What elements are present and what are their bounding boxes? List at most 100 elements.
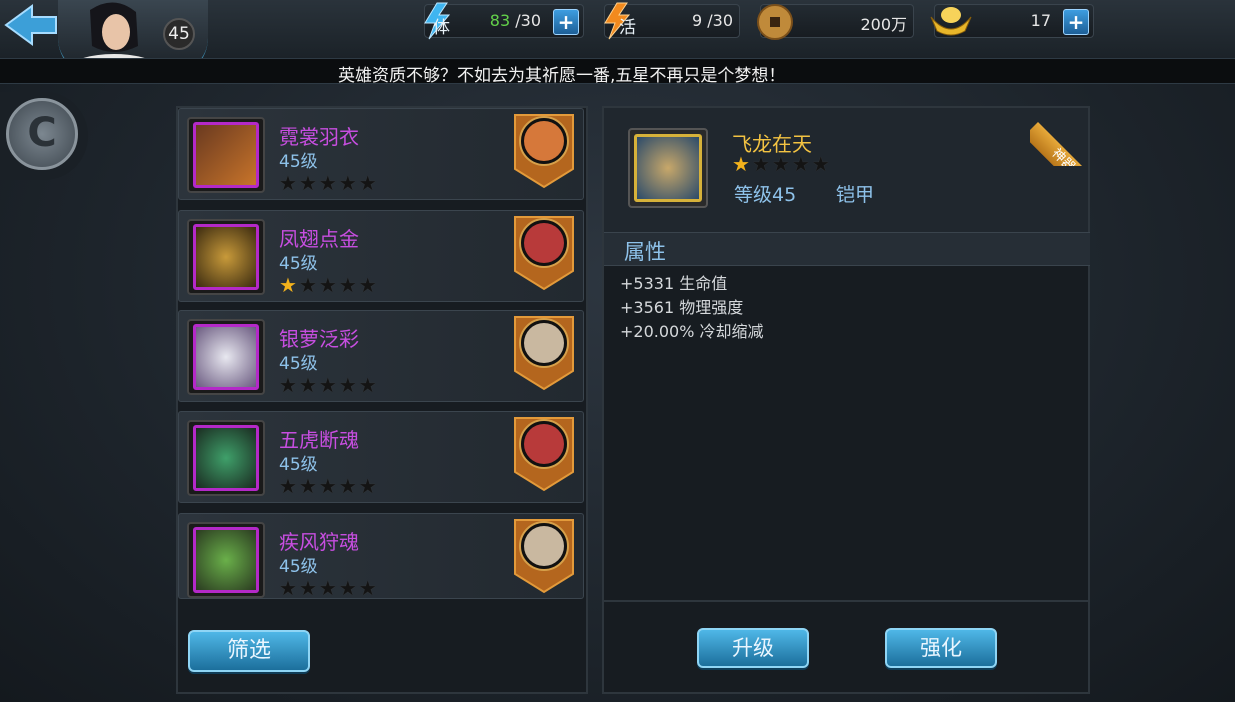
item-stars: ★★★★★ (279, 373, 379, 397)
item-level: 45级 (279, 254, 318, 274)
star-filled-icon: ★ (279, 273, 299, 297)
gold-ingot-icon (930, 7, 972, 36)
gold-resource: 17 + (930, 4, 1094, 38)
star-empty-icon: ★ (298, 373, 319, 397)
item-level: 45级 (279, 455, 318, 475)
detail-type: 铠甲 (836, 184, 875, 206)
list-item[interactable]: 银萝泛彩 45级 ★★★★★ (178, 310, 584, 402)
star-empty-icon: ★ (279, 474, 299, 498)
item-icon-frame (187, 522, 265, 598)
attribute-line: +3561 物理强度 (620, 298, 744, 317)
item-icon-frame (187, 420, 265, 496)
add-gold-button[interactable]: + (1063, 9, 1089, 35)
enhance-button[interactable]: 强化 (885, 628, 997, 668)
item-name: 银萝泛彩 (279, 327, 359, 351)
coin-resource: 200万 (757, 4, 914, 40)
star-empty-icon: ★ (318, 576, 339, 600)
tiger-spear-icon (193, 425, 259, 491)
star-empty-icon: ★ (298, 171, 319, 195)
attribute-line: +5331 生命值 (620, 274, 728, 293)
list-item[interactable]: 凤翅点金 45级 ★★★★★ (178, 210, 584, 302)
hero-portrait-badge-icon (514, 216, 574, 291)
upgrade-button[interactable]: 升级 (697, 628, 809, 668)
add-stamina-button[interactable]: + (553, 9, 579, 35)
star-empty-icon: ★ (791, 152, 812, 176)
star-empty-icon: ★ (298, 576, 319, 600)
item-icon-frame (187, 117, 265, 193)
back-button[interactable] (2, 2, 60, 48)
list-item[interactable]: 五虎断魂 45级 ★★★★★ (178, 411, 584, 503)
coin-value: 200万 (860, 15, 907, 34)
hero-portrait-badge-icon (514, 519, 574, 594)
list-item[interactable]: 疾风狩魂 45级 ★★★★★ (178, 513, 584, 600)
armor-icon (634, 134, 702, 202)
detail-divider (604, 600, 1088, 602)
player-level-badge: 45 (163, 18, 195, 50)
attributes-header: 属性 (604, 232, 1090, 266)
attributes-title: 属性 (624, 240, 666, 264)
star-empty-icon: ★ (298, 474, 319, 498)
detail-item-icon-frame (628, 128, 708, 208)
back-arrow-icon (4, 4, 57, 46)
star-empty-icon: ★ (338, 171, 359, 195)
attribute-line: +20.00% 冷却缩减 (620, 322, 764, 341)
artifact-ribbon: 神器 (1030, 106, 1090, 166)
detail-stars: ★★★★★ (732, 152, 832, 176)
item-name: 霓裳羽衣 (279, 125, 359, 149)
vitality-value: 9 /30 (691, 11, 733, 30)
star-empty-icon: ★ (279, 576, 299, 600)
hero-portrait-badge-icon (514, 417, 574, 492)
star-empty-icon: ★ (358, 171, 379, 195)
star-empty-icon: ★ (338, 373, 359, 397)
item-level: 45级 (279, 557, 318, 577)
star-empty-icon: ★ (358, 273, 379, 297)
star-empty-icon: ★ (811, 152, 832, 176)
hero-portrait-badge-icon (514, 114, 574, 189)
star-empty-icon: ★ (279, 373, 299, 397)
star-empty-icon: ★ (358, 474, 379, 498)
announcement-ticker: 英雄资质不够？不如去为其祈愿一番,五星不再只是个梦想！ (0, 58, 1235, 86)
item-name: 凤翅点金 (279, 227, 359, 251)
c-icon: C (6, 98, 78, 170)
item-stars: ★★★★★ (279, 171, 379, 195)
item-name: 五虎断魂 (279, 428, 359, 452)
vitality-resource: 活 9 /30 (604, 2, 740, 40)
star-empty-icon: ★ (358, 373, 379, 397)
star-empty-icon: ★ (338, 474, 359, 498)
feather-robe-icon (193, 122, 259, 188)
star-empty-icon: ★ (358, 576, 379, 600)
star-empty-icon: ★ (771, 152, 792, 176)
star-empty-icon: ★ (298, 273, 319, 297)
item-name: 疾风狩魂 (279, 530, 359, 554)
item-level: 45级 (279, 354, 318, 374)
item-stars: ★★★★★ (279, 273, 379, 297)
vitality-label: 活 (619, 18, 636, 38)
star-empty-icon: ★ (318, 273, 339, 297)
item-icon-frame (187, 219, 265, 295)
star-empty-icon: ★ (318, 474, 339, 498)
coin-icon (757, 4, 793, 40)
item-stars: ★★★★★ (279, 576, 379, 600)
filter-button[interactable]: 筛选 (188, 630, 310, 672)
hero-portrait-badge-icon (514, 316, 574, 391)
star-empty-icon: ★ (279, 171, 299, 195)
stamina-label: 体 (433, 18, 450, 38)
star-empty-icon: ★ (318, 373, 339, 397)
item-level: 45级 (279, 152, 318, 172)
item-stars: ★★★★★ (279, 474, 379, 498)
stamina-value: 83 /30 (489, 11, 541, 30)
list-item[interactable]: 霓裳羽衣 45级 ★★★★★ (178, 108, 584, 200)
phoenix-helmet-icon (193, 224, 259, 290)
detail-level: 等级45 (734, 184, 797, 206)
side-menu-button[interactable]: C (0, 92, 88, 180)
star-empty-icon: ★ (338, 576, 359, 600)
star-empty-icon: ★ (751, 152, 772, 176)
stamina-resource: 体 83 /30 + (424, 2, 584, 40)
star-empty-icon: ★ (338, 273, 359, 297)
gold-value: 17 (1030, 11, 1051, 30)
star-empty-icon: ★ (318, 171, 339, 195)
silver-bow-icon (193, 324, 259, 390)
star-filled-icon: ★ (732, 152, 752, 176)
ticker-text: 英雄资质不够？不如去为其祈愿一番,五星不再只是个梦想！ (338, 66, 786, 86)
item-icon-frame (187, 319, 265, 395)
